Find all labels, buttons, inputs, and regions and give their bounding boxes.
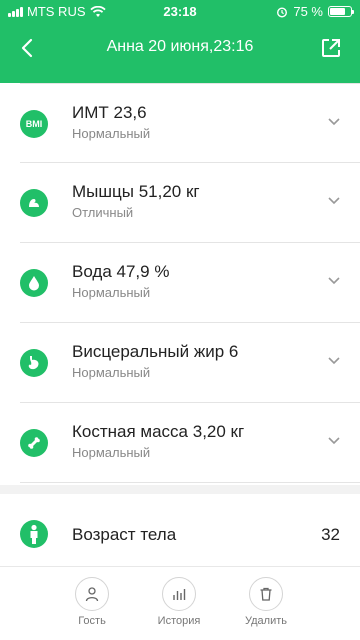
body-age-value: 32 [321,525,340,544]
bmi-icon: BMI [20,110,48,138]
person-icon [75,577,109,611]
chevron-down-icon [328,118,340,126]
body-figure-icon [20,520,48,548]
metric-name: Вода 47,9 % [72,262,170,281]
muscle-icon [20,189,48,217]
metric-status: Нормальный [72,126,151,141]
metric-status: Нормальный [72,285,151,300]
metric-row-bone-mass[interactable]: Костная масса 3,20 кг Нормальный [20,403,360,483]
tab-history[interactable]: История [144,577,214,627]
section-divider [0,485,360,494]
bone-icon [20,429,48,457]
chevron-down-icon [328,437,340,445]
metric-name: ИМТ 23,6 [72,103,147,122]
metric-row-water[interactable]: Вода 47,9 % Нормальный [20,243,360,323]
battery-icon [328,6,354,17]
chevron-down-icon [328,357,340,365]
body-age-label: Возраст тела [72,525,177,544]
metric-status: Нормальный [72,365,151,380]
header: MTS RUS 23:18 75 % Анна 20 июня,23:16 [0,0,360,83]
battery-percent: 75 % [293,4,323,19]
tab-label: История [157,615,201,627]
alarm-icon [277,6,288,18]
metric-name: Костная масса 3,20 кг [72,422,245,441]
metric-row-visceral-fat[interactable]: Висцеральный жир 6 Нормальный [20,323,360,403]
status-bar: MTS RUS 23:18 75 % [0,0,360,22]
tab-label: Удалить [245,615,287,627]
metric-row-muscle[interactable]: Мышцы 51,20 кг Отличный [20,163,360,243]
metric-status: Отличный [72,205,134,220]
chevron-down-icon [328,197,340,205]
metric-status: Нормальный [72,445,151,460]
water-drop-icon [20,269,48,297]
bar-chart-icon [162,577,196,611]
metric-name: Висцеральный жир 6 [72,342,239,361]
body-age-row[interactable]: Возраст тела 32 [0,494,360,566]
page-title: Анна 20 июня,23:16 [106,38,254,55]
chevron-down-icon [328,277,340,285]
share-button[interactable] [320,37,342,59]
metric-row-bmi[interactable]: BMI ИМТ 23,6 Нормальный [20,83,360,163]
tab-guest[interactable]: Гость [57,577,127,627]
metric-name: Мышцы 51,20 кг [72,182,200,201]
nav-bar: Анна 20 июня,23:16 [0,28,360,68]
tab-label: Гость [78,615,106,627]
trash-icon [249,577,283,611]
bottom-tab-bar: Гость История Удалить [0,566,360,640]
tab-delete[interactable]: Удалить [231,577,301,627]
stomach-icon [20,349,48,377]
metrics-list: BMI ИМТ 23,6 Нормальный Мышцы 51,20 кг О… [0,83,360,483]
